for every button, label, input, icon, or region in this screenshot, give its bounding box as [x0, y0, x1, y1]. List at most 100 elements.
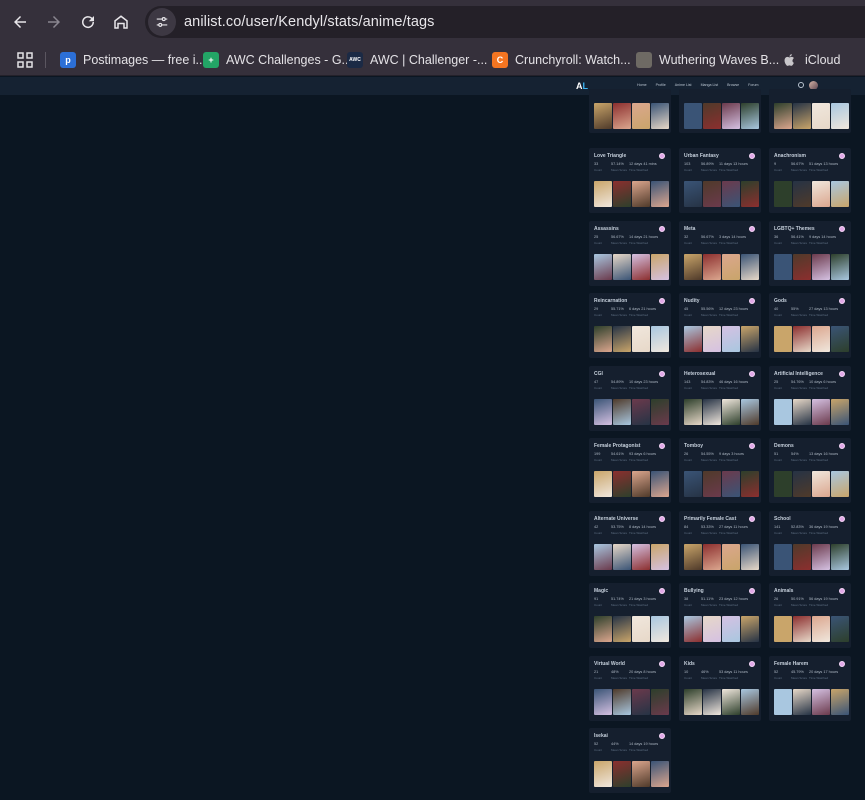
tag-card[interactable]: [769, 89, 851, 133]
anime-cover[interactable]: [793, 326, 811, 352]
tag-card[interactable]: Bullying 38 Count 51.11% Mean Score 23 days 1…: [679, 583, 761, 648]
anime-cover[interactable]: [594, 471, 612, 497]
bookmark-item[interactable]: p Postimages — free i...: [60, 50, 206, 70]
anime-cover[interactable]: [632, 616, 650, 642]
anime-cover[interactable]: [774, 181, 792, 207]
tag-card[interactable]: School 141 Count 52.83% Mean Score 36 days 19…: [769, 510, 851, 576]
anime-cover[interactable]: [722, 398, 740, 425]
anime-cover[interactable]: [632, 688, 650, 715]
anime-cover[interactable]: [793, 398, 811, 425]
anime-cover[interactable]: [741, 688, 759, 715]
nav-link[interactable]: Browse: [727, 83, 739, 87]
anime-cover[interactable]: [741, 253, 759, 280]
tag-card[interactable]: Alternate Universe 42 Count 53.75% Mean Scor…: [589, 510, 671, 576]
anime-cover[interactable]: [812, 103, 830, 129]
anime-cover[interactable]: [594, 398, 612, 425]
reload-icon[interactable]: [77, 11, 99, 33]
anime-cover[interactable]: [613, 326, 631, 352]
anime-cover[interactable]: [684, 688, 702, 715]
anime-cover[interactable]: [774, 616, 792, 642]
anime-cover[interactable]: [722, 616, 740, 642]
anime-cover[interactable]: [812, 616, 830, 642]
anime-cover[interactable]: [684, 253, 702, 280]
anime-cover[interactable]: [703, 326, 721, 352]
anime-cover[interactable]: [594, 326, 612, 352]
anime-cover[interactable]: [703, 398, 721, 425]
tag-card[interactable]: [679, 89, 761, 133]
home-icon[interactable]: [110, 11, 132, 33]
anime-cover[interactable]: [632, 398, 650, 425]
anime-cover[interactable]: [632, 761, 650, 787]
anime-cover[interactable]: [632, 103, 650, 129]
tag-card[interactable]: Female Protagonist 199 Count 54.61% Mean Sco…: [589, 438, 671, 503]
tag-card[interactable]: Artificial Intelligence 25 Count 54.76% Mean…: [769, 365, 851, 431]
anime-cover[interactable]: [613, 471, 631, 497]
nav-link[interactable]: Profile: [656, 83, 666, 87]
nav-link[interactable]: Forum: [748, 83, 758, 87]
anime-cover[interactable]: [774, 253, 792, 280]
anime-cover[interactable]: [613, 398, 631, 425]
anime-cover[interactable]: [613, 253, 631, 280]
anime-cover[interactable]: [703, 688, 721, 715]
bookmark-item[interactable]: AWC AWC | Challenger -...: [347, 50, 487, 70]
anime-cover[interactable]: [793, 103, 811, 129]
anime-cover[interactable]: [812, 398, 830, 425]
anime-cover[interactable]: [613, 181, 631, 207]
anime-cover[interactable]: [793, 688, 811, 715]
bookmark-item[interactable]: Wuthering Waves B...: [636, 50, 779, 70]
anime-cover[interactable]: [812, 543, 830, 570]
anime-cover[interactable]: [793, 181, 811, 207]
tag-card[interactable]: CGI 47 Count 54.89% Mean Score 10 days 23 hou…: [589, 365, 671, 431]
anime-cover[interactable]: [594, 543, 612, 570]
anime-cover[interactable]: [684, 326, 702, 352]
forward-arrow-icon[interactable]: [43, 11, 65, 33]
anime-cover[interactable]: [632, 326, 650, 352]
anime-cover[interactable]: [613, 103, 631, 129]
anime-cover[interactable]: [613, 688, 631, 715]
tag-card[interactable]: Meta 32 Count 56.67% Mean Score 3 days 14 hou…: [679, 220, 761, 286]
anime-cover[interactable]: [651, 543, 669, 570]
anime-cover[interactable]: [812, 326, 830, 352]
anime-cover[interactable]: [651, 103, 669, 129]
anime-cover[interactable]: [793, 471, 811, 497]
anime-cover[interactable]: [703, 181, 721, 207]
anime-cover[interactable]: [703, 253, 721, 280]
anime-cover[interactable]: [812, 471, 830, 497]
anime-cover[interactable]: [684, 103, 702, 129]
anime-cover[interactable]: [831, 543, 849, 570]
anime-cover[interactable]: [741, 326, 759, 352]
anime-cover[interactable]: [741, 543, 759, 570]
search-icon[interactable]: [798, 82, 804, 88]
anime-cover[interactable]: [594, 616, 612, 642]
anime-cover[interactable]: [793, 616, 811, 642]
anime-cover[interactable]: [684, 543, 702, 570]
anime-cover[interactable]: [831, 398, 849, 425]
tag-card[interactable]: Love Triangle 33 Count 57.14% Mean Score 12 d…: [589, 148, 671, 213]
anime-cover[interactable]: [594, 688, 612, 715]
anime-cover[interactable]: [793, 253, 811, 280]
tag-card[interactable]: Tomboy 26 Count 54.55% Mean Score 9 days 3 ho…: [679, 438, 761, 503]
tag-card[interactable]: Gods 40 Count 55% Mean Score 27 days 13 hours…: [769, 293, 851, 358]
tag-card[interactable]: Isekai 52 Count 44% Mean Score 14 days 19 hou…: [589, 728, 671, 793]
nav-link[interactable]: Anime List: [675, 83, 692, 87]
bookmark-item[interactable]: C Crunchyroll: Watch...: [492, 50, 631, 70]
anime-cover[interactable]: [774, 688, 792, 715]
site-info-icon[interactable]: [148, 8, 176, 36]
anime-cover[interactable]: [632, 471, 650, 497]
anime-cover[interactable]: [651, 398, 669, 425]
tag-card[interactable]: Demons 51 Count 54% Mean Score 13 days 16 hou…: [769, 438, 851, 503]
anime-cover[interactable]: [703, 543, 721, 570]
nav-link[interactable]: Home: [637, 83, 647, 87]
anime-cover[interactable]: [831, 181, 849, 207]
anime-cover[interactable]: [741, 471, 759, 497]
tag-card[interactable]: Kids 10 Count 46% Mean Score 53 days 11 hours…: [679, 655, 761, 721]
anime-cover[interactable]: [741, 103, 759, 129]
anime-cover[interactable]: [831, 326, 849, 352]
tag-card[interactable]: Primarily Female Cast 84 Count 53.33% Mean S…: [679, 510, 761, 576]
anime-cover[interactable]: [651, 181, 669, 207]
bookmark-item[interactable]: + AWC Challenges - G...: [203, 50, 352, 70]
tag-card[interactable]: Virtual World 21 Count 48% Mean Score 20 days…: [589, 655, 671, 721]
nav-link[interactable]: Manga List: [701, 83, 719, 87]
tag-card[interactable]: Reincarnation 29 Count 55.71% Mean Score 6 da…: [589, 293, 671, 358]
anime-cover[interactable]: [722, 326, 740, 352]
